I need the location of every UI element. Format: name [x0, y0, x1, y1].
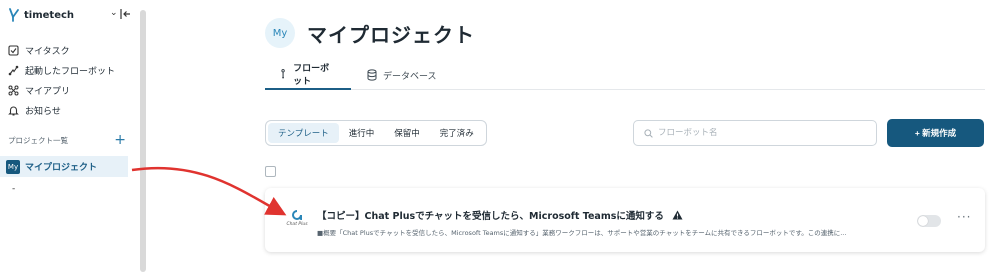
chat-plus-icon — [292, 210, 302, 220]
sidebar-item-label: お知らせ — [25, 106, 61, 117]
checkbox-icon — [8, 44, 19, 56]
sidebar-nav: マイタスク 起動したフローボット マイアプリ お知らせ — [8, 40, 115, 120]
project-label: マイプロジェクト — [25, 163, 98, 173]
sidebar: timetech ⌄ マイタスク 起動したフローボット マイアプリ お知らせ プ… — [0, 0, 148, 272]
workspace-chevron-down-icon[interactable]: ⌄ — [110, 8, 118, 18]
warning-icon — [672, 210, 683, 220]
add-project-icon[interactable]: + — [114, 133, 126, 147]
flowbot-toggle[interactable] — [917, 215, 941, 227]
more-options-icon[interactable]: ··· — [957, 210, 971, 224]
chat-plus-logo: Chat Plus — [283, 206, 311, 234]
select-all-checkbox[interactable] — [265, 166, 276, 177]
projects-header-label: プロジェクト一覧 — [8, 135, 68, 145]
sidebar-item-my-apps[interactable]: マイアプリ — [8, 80, 115, 100]
timetech-logo-icon — [9, 8, 19, 22]
logo-text: Chat Plus — [286, 222, 308, 227]
flowbot-title: 【コピー】Chat Plusでチャットを受信したら、Microsoft Team… — [317, 208, 683, 222]
filter-completed[interactable]: 完了済み — [430, 123, 484, 143]
status-filter-group: テンプレート 進行中 保留中 完了済み — [265, 120, 487, 146]
sidebar-item-label: マイアプリ — [25, 86, 71, 97]
bell-icon — [8, 106, 19, 115]
page-title: マイプロジェクト — [307, 22, 475, 47]
collapse-sidebar-icon[interactable] — [120, 8, 132, 20]
database-icon — [367, 69, 377, 81]
sidebar-item-label: マイタスク — [25, 46, 70, 57]
project-badge: My — [6, 159, 20, 174]
brand[interactable]: timetech — [8, 8, 74, 22]
sidebar-item-label: 起動したフローボット — [25, 66, 116, 77]
projects-header: プロジェクト一覧 + — [8, 133, 126, 147]
filter-in-progress[interactable]: 進行中 — [339, 123, 385, 143]
sidebar-item-notifications[interactable]: お知らせ — [8, 100, 115, 120]
filter-on-hold[interactable]: 保留中 — [384, 123, 430, 143]
search-box — [633, 120, 877, 146]
sidebar-scrollbar[interactable] — [140, 10, 146, 272]
tab-label: データベース — [383, 71, 437, 82]
tab-flowbots[interactable]: フローボット — [265, 60, 351, 90]
search-input[interactable] — [658, 128, 858, 138]
page-header: My マイプロジェクト — [265, 18, 475, 48]
sidebar-item-started-flowbots[interactable]: 起動したフローボット — [8, 60, 115, 80]
tab-label: フローボット — [293, 64, 330, 87]
flowbot-title-text: 【コピー】Chat Plusでチャットを受信したら、Microsoft Team… — [317, 211, 664, 222]
sidebar-item-my-project[interactable]: My マイプロジェクト — [0, 156, 128, 177]
tab-bar: フローボット データベース — [265, 60, 985, 90]
project-avatar: My — [265, 18, 295, 48]
brand-name: timetech — [24, 9, 75, 21]
filter-template[interactable]: テンプレート — [268, 123, 339, 143]
search-icon — [644, 128, 653, 138]
sidebar-dash: - — [12, 184, 16, 194]
flowbot-card[interactable]: Chat Plus 【コピー】Chat Plusでチャットを受信したら、Micr… — [265, 188, 985, 252]
toggle-knob — [918, 216, 928, 226]
tab-database[interactable]: データベース — [353, 60, 451, 90]
flow-icon — [8, 65, 19, 75]
sidebar-item-my-tasks[interactable]: マイタスク — [8, 40, 115, 60]
apps-icon — [8, 85, 19, 95]
flowbot-icon — [281, 69, 285, 79]
create-new-button[interactable]: + 新規作成 — [887, 119, 984, 147]
flowbot-description: ■概要「Chat Plusでチャットを受信したら、Microsoft Teams… — [317, 229, 847, 237]
